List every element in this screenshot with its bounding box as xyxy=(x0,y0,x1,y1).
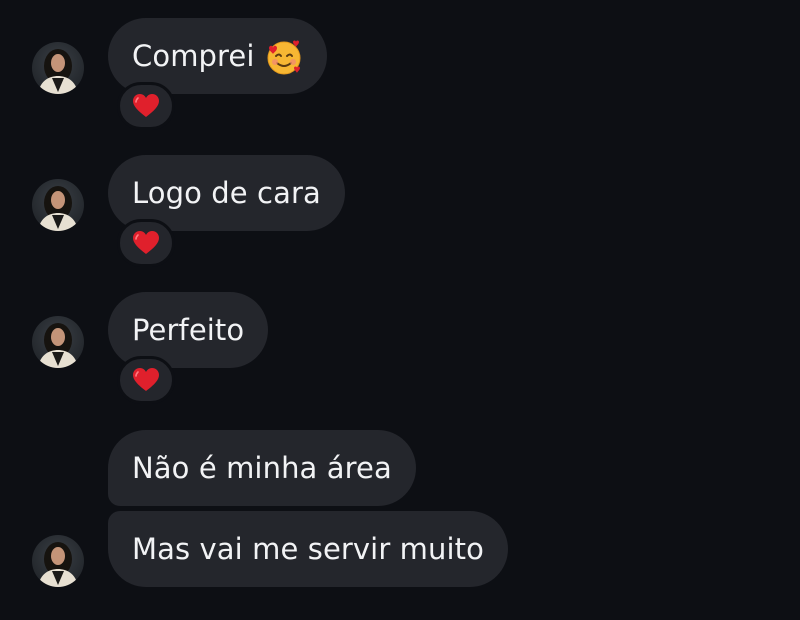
message-text: Perfeito xyxy=(132,313,245,347)
avatar[interactable] xyxy=(32,179,84,231)
message-bubble[interactable]: Mas vai me servir muito xyxy=(108,511,508,587)
message-text: Comprei xyxy=(132,39,255,73)
message-text: Logo de cara xyxy=(132,176,321,210)
avatar[interactable] xyxy=(32,42,84,94)
reaction-badge[interactable] xyxy=(117,356,175,404)
smiling-face-with-hearts-icon xyxy=(265,38,303,76)
avatar[interactable] xyxy=(32,535,84,587)
chat-thread: Comprei Logo de cara Perfeito Não é minh… xyxy=(0,0,800,620)
red-heart-icon xyxy=(133,231,159,254)
message-text: Mas vai me servir muito xyxy=(132,532,484,566)
red-heart-icon xyxy=(133,368,159,391)
reaction-badge[interactable] xyxy=(117,82,175,130)
message-bubble[interactable]: Não é minha área xyxy=(108,430,416,506)
reaction-badge[interactable] xyxy=(117,219,175,267)
message-text: Não é minha área xyxy=(132,451,392,485)
avatar[interactable] xyxy=(32,316,84,368)
red-heart-icon xyxy=(133,94,159,117)
